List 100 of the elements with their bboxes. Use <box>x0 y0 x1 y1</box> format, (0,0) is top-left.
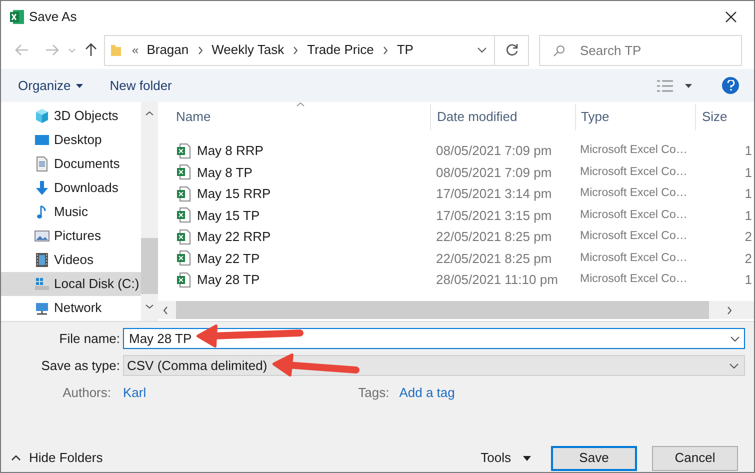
save-as-type-dropdown[interactable]: CSV (Comma delimited) <box>123 355 745 376</box>
type-cell-text: Microsoft Excel Co… <box>579 272 688 288</box>
file-row[interactable]: May 22 TP 22/05/2021 8:25 pm Microsoft Excel Co… 2 <box>158 248 754 269</box>
tools-button[interactable]: Tools <box>480 448 531 468</box>
date-cell-text: 17/05/2021 3:14 pm <box>435 185 553 203</box>
size-cell-text: 1 <box>744 206 753 224</box>
file-name: May 15 TP <box>197 206 260 225</box>
file-name-field[interactable]: May 28 TP <box>123 328 745 349</box>
file-name: May 22 TP <box>197 250 260 268</box>
file-row[interactable]: May 15 RRP 17/05/2021 3:14 pm Microsoft Excel Co… 1 <box>158 183 754 204</box>
file-row[interactable]: May 8 RRP 08/05/2021 7:09 pm Microsoft Excel Co… 1 <box>158 140 754 162</box>
up-button[interactable] <box>83 41 99 59</box>
overflow-chevron[interactable]: « <box>132 41 139 59</box>
date-cell-text: 08/05/2021 7:09 pm <box>435 142 553 160</box>
folder-icon <box>110 43 122 57</box>
file-row[interactable]: May 15 TP 17/05/2021 3:15 pm Microsoft Excel Co… 1 <box>158 204 754 226</box>
tags-label: Tags: <box>358 384 390 402</box>
sidebar-item[interactable]: Downloads <box>1 176 141 200</box>
search-field[interactable]: Search TP <box>539 34 742 66</box>
excel-file-icon <box>176 272 191 288</box>
column-header[interactable]: Type <box>575 104 695 130</box>
chevron-down-icon <box>729 362 739 368</box>
file-name: May 8 RRP <box>197 142 264 160</box>
sidebar-item[interactable]: Desktop <box>1 128 141 152</box>
back-arrow-icon <box>15 44 29 56</box>
scrollbar-thumb[interactable] <box>141 238 158 294</box>
chevron-down-icon <box>68 48 76 52</box>
hide-folders-button[interactable]: Hide Folders <box>11 448 103 468</box>
scroll-down-icon <box>145 304 154 309</box>
date-cell-text: 08/05/2021 7:09 pm <box>435 164 553 182</box>
document-icon <box>34 156 50 172</box>
file-row[interactable]: May 22 RRP 22/05/2021 8:25 pm Microsoft Excel Co… 2 <box>158 226 754 248</box>
breadcrumb-item[interactable]: TP <box>396 40 414 60</box>
breadcrumb-item[interactable]: Bragan <box>146 40 189 60</box>
file-name: May 22 RRP <box>197 228 271 246</box>
caret-icon <box>76 84 83 88</box>
chevron-right-icon <box>382 46 388 54</box>
film-icon <box>34 252 50 268</box>
file-name-label: File name: <box>58 330 121 348</box>
type-cell-text: Microsoft Excel Co… <box>579 229 688 244</box>
file-row[interactable]: May 28 TP 28/05/2021 11:10 pm Microsoft Excel Co… 1 <box>158 269 754 290</box>
sidebar-item[interactable]: Network <box>1 296 141 320</box>
sidebar-item[interactable]: 3D Objects <box>1 104 141 128</box>
size-cell-text: 1 <box>744 271 753 289</box>
new-folder-button[interactable]: New folder <box>110 76 172 96</box>
sidebar-scrollbar[interactable] <box>141 102 158 321</box>
window-title: Save As <box>29 8 77 26</box>
chevron-down-icon <box>730 336 740 342</box>
authors-value[interactable]: Karl <box>123 383 146 403</box>
organize-button[interactable]: Organize <box>18 76 83 96</box>
file-row[interactable]: May 8 TP 08/05/2021 7:09 pm Microsoft Excel Co… 1 <box>158 162 754 183</box>
size-cell-text: 1 <box>744 164 753 182</box>
column-header[interactable]: Name <box>158 104 430 130</box>
sidebar-item[interactable]: Pictures <box>1 224 141 248</box>
up-arrow-icon <box>85 43 97 57</box>
help-icon <box>726 80 734 91</box>
sort-caret-icon <box>296 102 305 107</box>
chevron-right-icon <box>198 46 203 54</box>
close-icon <box>725 10 737 22</box>
scroll-right-icon <box>727 306 732 314</box>
type-cell-text: Microsoft Excel Co… <box>579 164 688 180</box>
breadcrumb-item[interactable]: Trade Price <box>307 40 374 60</box>
type-cell-text: Microsoft Excel Co… <box>579 250 688 266</box>
save-button[interactable]: Save <box>551 446 637 470</box>
refresh-icon <box>504 43 518 57</box>
date-cell-text: 17/05/2021 3:15 pm <box>435 206 553 225</box>
column-header[interactable]: Size <box>695 104 754 130</box>
size-cell-text: 2 <box>744 228 753 246</box>
type-cell-text: Microsoft Excel Co… <box>579 143 688 158</box>
address-bar[interactable]: « Bragan Weekly Task Trade Price TP <box>104 34 529 66</box>
size-cell-text: 2 <box>744 250 753 268</box>
chevron-down-icon <box>477 47 487 53</box>
file-name: May 28 TP <box>197 271 260 289</box>
desktop-icon <box>34 132 50 148</box>
cancel-button[interactable]: Cancel <box>652 446 738 470</box>
excel-file-icon <box>176 207 191 224</box>
caret-icon <box>523 456 531 460</box>
caret-icon <box>685 84 692 88</box>
file-name: May 8 TP <box>197 164 252 182</box>
details-view-icon <box>657 80 673 92</box>
date-cell-text: 28/05/2021 11:10 pm <box>435 271 559 289</box>
date-cell-text: 22/05/2021 8:25 pm <box>435 250 553 268</box>
view-options-button[interactable] <box>657 80 692 92</box>
sidebar-item[interactable]: Music <box>1 200 141 224</box>
date-cell-text: 22/05/2021 8:25 pm <box>435 228 553 246</box>
excel-file-icon <box>176 250 191 266</box>
sidebar-item[interactable]: Documents <box>1 152 141 176</box>
drive-icon <box>34 276 50 292</box>
help-button[interactable] <box>722 77 739 94</box>
picture-icon <box>34 228 50 244</box>
excel-icon <box>9 8 25 24</box>
excel-file-icon <box>176 186 191 202</box>
breadcrumb-item[interactable]: Weekly Task <box>212 40 284 60</box>
sidebar-item[interactable]: Local Disk (C:) <box>1 272 141 296</box>
column-header[interactable]: Date modified <box>430 104 575 130</box>
network-icon <box>34 300 50 316</box>
file-name: May 15 RRP <box>197 185 271 203</box>
chevron-up-icon <box>11 455 21 461</box>
sidebar-item[interactable]: Videos <box>1 248 141 272</box>
add-tag-link[interactable]: Add a tag <box>399 383 455 403</box>
